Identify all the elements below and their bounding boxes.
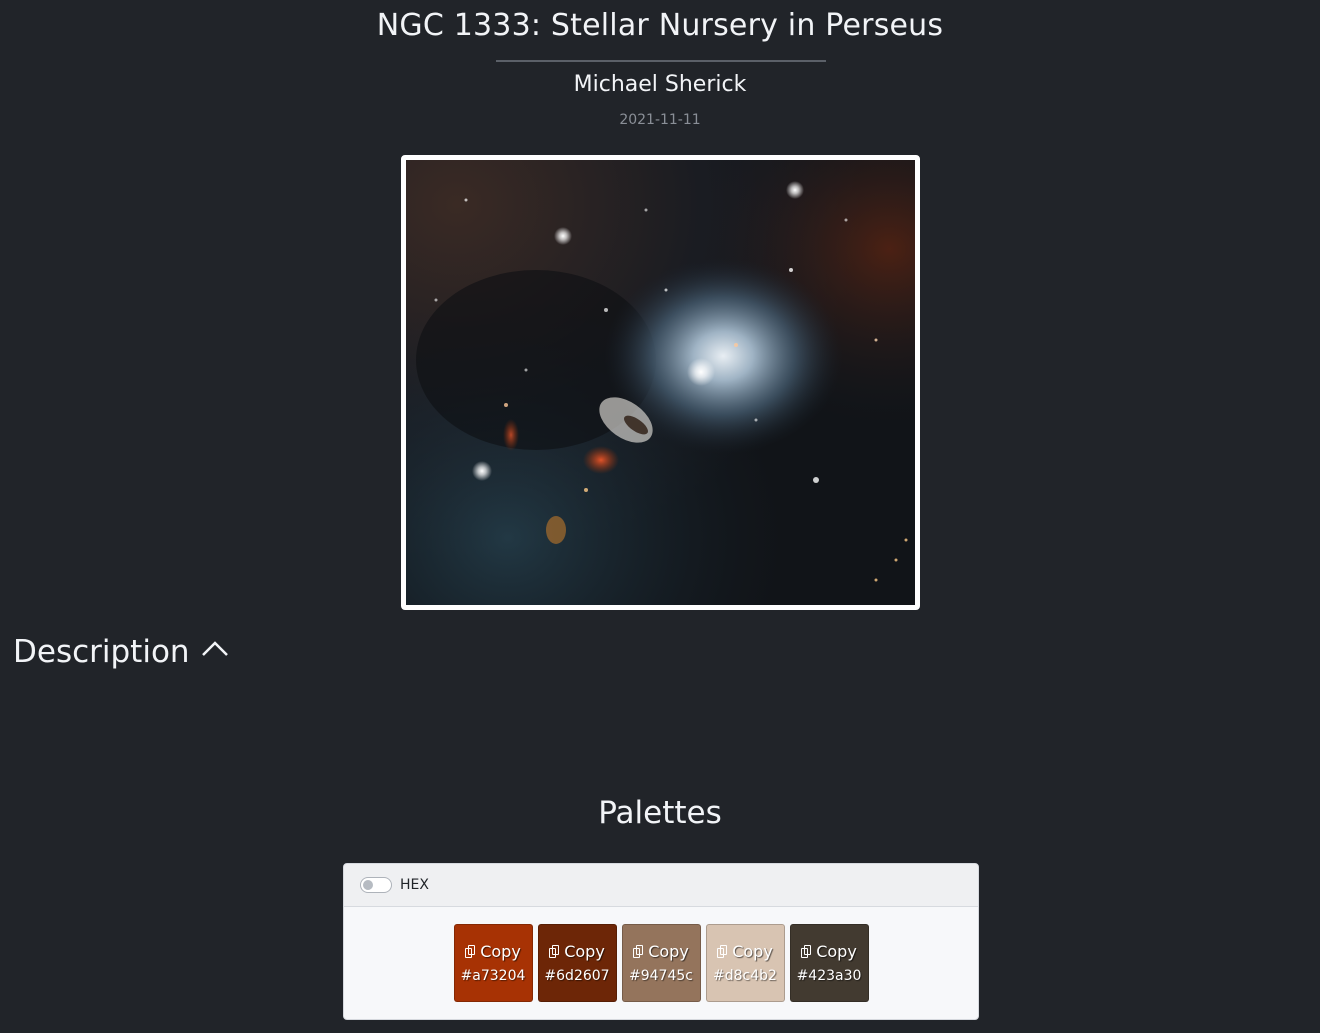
swatch-hex-value: #94745c xyxy=(629,968,693,984)
palettes-heading: Palettes xyxy=(598,795,722,831)
description-heading: Description xyxy=(13,634,190,670)
color-swatch[interactable]: Copy #423a30 xyxy=(789,924,869,1002)
swatch-hex-value: #d8c4b2 xyxy=(713,968,777,984)
copy-button[interactable]: Copy xyxy=(465,942,521,961)
hex-toggle-label: HEX xyxy=(400,877,429,893)
description-toggle[interactable]: Description xyxy=(13,634,230,670)
copy-label: Copy xyxy=(816,942,857,961)
color-swatch[interactable]: Copy #94745c xyxy=(621,924,701,1002)
copy-label: Copy xyxy=(648,942,689,961)
chevron-up-icon xyxy=(201,641,228,656)
color-swatch[interactable]: Copy #d8c4b2 xyxy=(705,924,785,1002)
copy-button[interactable]: Copy xyxy=(549,942,605,961)
swatch-hex-value: #423a30 xyxy=(796,968,862,984)
copy-icon xyxy=(717,944,728,959)
copy-icon xyxy=(549,944,560,959)
title-divider xyxy=(496,60,826,62)
copy-button[interactable]: Copy xyxy=(717,942,773,961)
copy-icon xyxy=(801,944,812,959)
palette-card-header: HEX xyxy=(344,864,978,907)
nebula-image xyxy=(406,160,915,605)
palette-card: HEX Copy #a73204 Copy #6d2607 Copy #94745c Cop… xyxy=(343,863,979,1020)
swatch-hex-value: #a73204 xyxy=(460,968,526,984)
swatch-list: Copy #a73204 Copy #6d2607 Copy #94745c Copy #d8… xyxy=(344,924,978,1002)
page: NGC 1333: Stellar Nursery in Perseus Mic… xyxy=(0,0,1320,1033)
copy-label: Copy xyxy=(732,942,773,961)
copy-label: Copy xyxy=(480,942,521,961)
color-swatch[interactable]: Copy #a73204 xyxy=(453,924,533,1002)
publish-date: 2021-11-11 xyxy=(619,112,701,128)
hex-toggle-switch[interactable] xyxy=(360,877,392,893)
author-name: Michael Sherick xyxy=(573,72,747,97)
toggle-knob xyxy=(363,880,373,890)
copy-label: Copy xyxy=(564,942,605,961)
copy-button[interactable]: Copy xyxy=(633,942,689,961)
copy-icon xyxy=(633,944,644,959)
copy-icon xyxy=(465,944,476,959)
color-swatch[interactable]: Copy #6d2607 xyxy=(537,924,617,1002)
astronomy-photo[interactable] xyxy=(401,155,920,610)
page-title: NGC 1333: Stellar Nursery in Perseus xyxy=(376,8,944,43)
copy-button[interactable]: Copy xyxy=(801,942,857,961)
swatch-hex-value: #6d2607 xyxy=(544,968,610,984)
